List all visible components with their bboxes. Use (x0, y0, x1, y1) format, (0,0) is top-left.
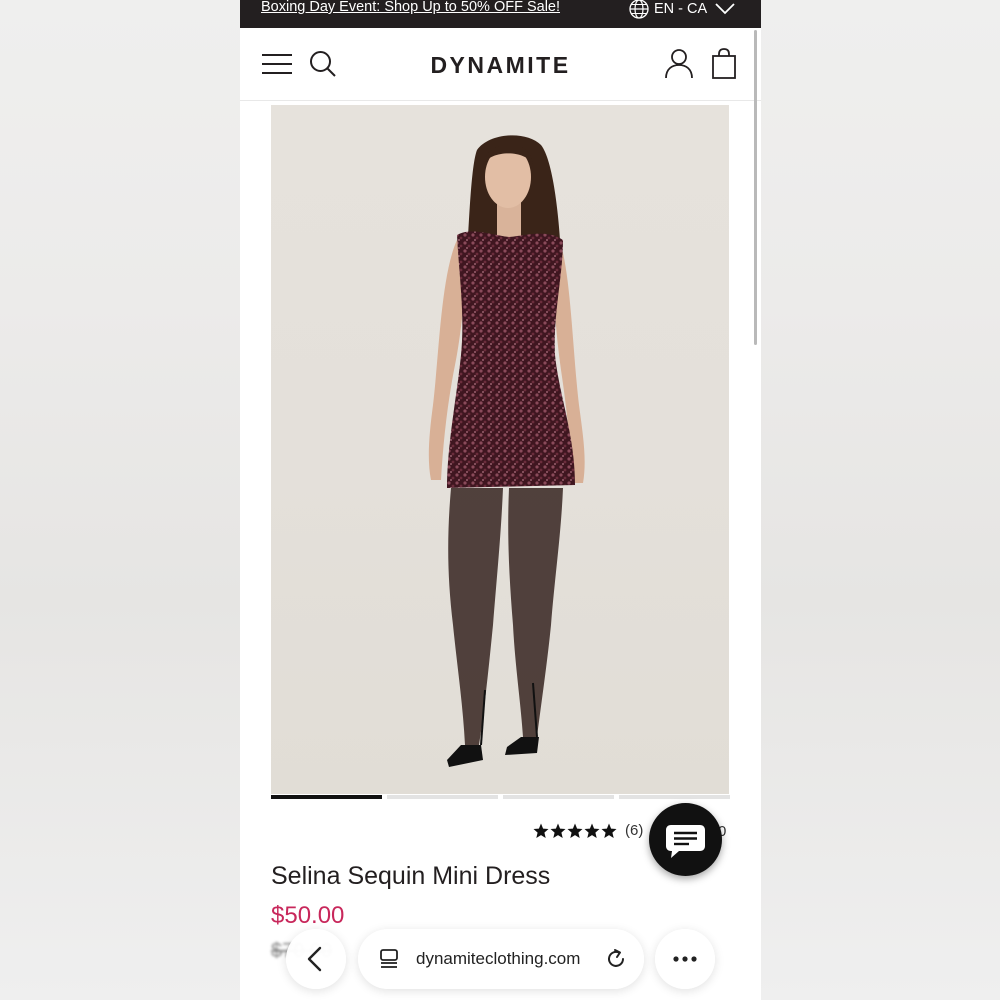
promo-banner: Boxing Day Event: Shop Up to 50% OFF Sal… (240, 0, 761, 28)
carousel-indicators (271, 795, 730, 800)
model-in-sequin-dress (428, 135, 585, 767)
rating-count: (6) (625, 822, 644, 839)
blurred-background-right (760, 0, 1000, 1000)
rating-stars (533, 823, 617, 839)
chat-icon (666, 825, 705, 858)
carousel-dot[interactable] (619, 795, 730, 799)
product-image[interactable] (271, 105, 729, 794)
account-icon[interactable] (664, 48, 694, 80)
carousel-dot[interactable] (503, 795, 614, 799)
carousel-dot[interactable] (387, 795, 498, 799)
star-icon (601, 823, 617, 838)
browser-back-button[interactable] (286, 929, 346, 989)
chevron-down-icon (715, 3, 735, 15)
url-text: dynamiteclothing.com (416, 949, 581, 968)
star-icon (550, 823, 566, 838)
promo-link[interactable]: Boxing Day Event: Shop Up to 50% OFF Sal… (261, 0, 560, 15)
product-title: Selina Sequin Mini Dress (271, 862, 551, 890)
reload-icon[interactable] (604, 947, 628, 971)
star-icon (533, 823, 549, 838)
site-header: DYNAMITE (240, 28, 761, 101)
blurred-background-left (0, 0, 240, 1000)
globe-icon (629, 0, 649, 19)
browser-url-bar[interactable]: dynamiteclothing.com (358, 929, 644, 989)
star-icon (567, 823, 583, 838)
tabs-icon (380, 949, 398, 968)
chat-button[interactable] (649, 803, 722, 876)
page-scrollbar[interactable] (754, 30, 757, 345)
product-rating[interactable]: (6) (533, 822, 643, 839)
product-price: $50.00 (271, 902, 345, 929)
locale-label: EN - CA (654, 1, 708, 17)
more-icon (673, 956, 697, 962)
browser-more-button[interactable] (655, 929, 715, 989)
star-icon (584, 823, 600, 838)
mobile-page: Boxing Day Event: Shop Up to 50% OFF Sal… (240, 0, 761, 1000)
back-arrow-icon (307, 946, 322, 972)
carousel-dot[interactable] (271, 795, 382, 799)
shopping-bag-icon[interactable] (711, 48, 737, 80)
locale-selector[interactable]: EN - CA (628, 0, 737, 20)
